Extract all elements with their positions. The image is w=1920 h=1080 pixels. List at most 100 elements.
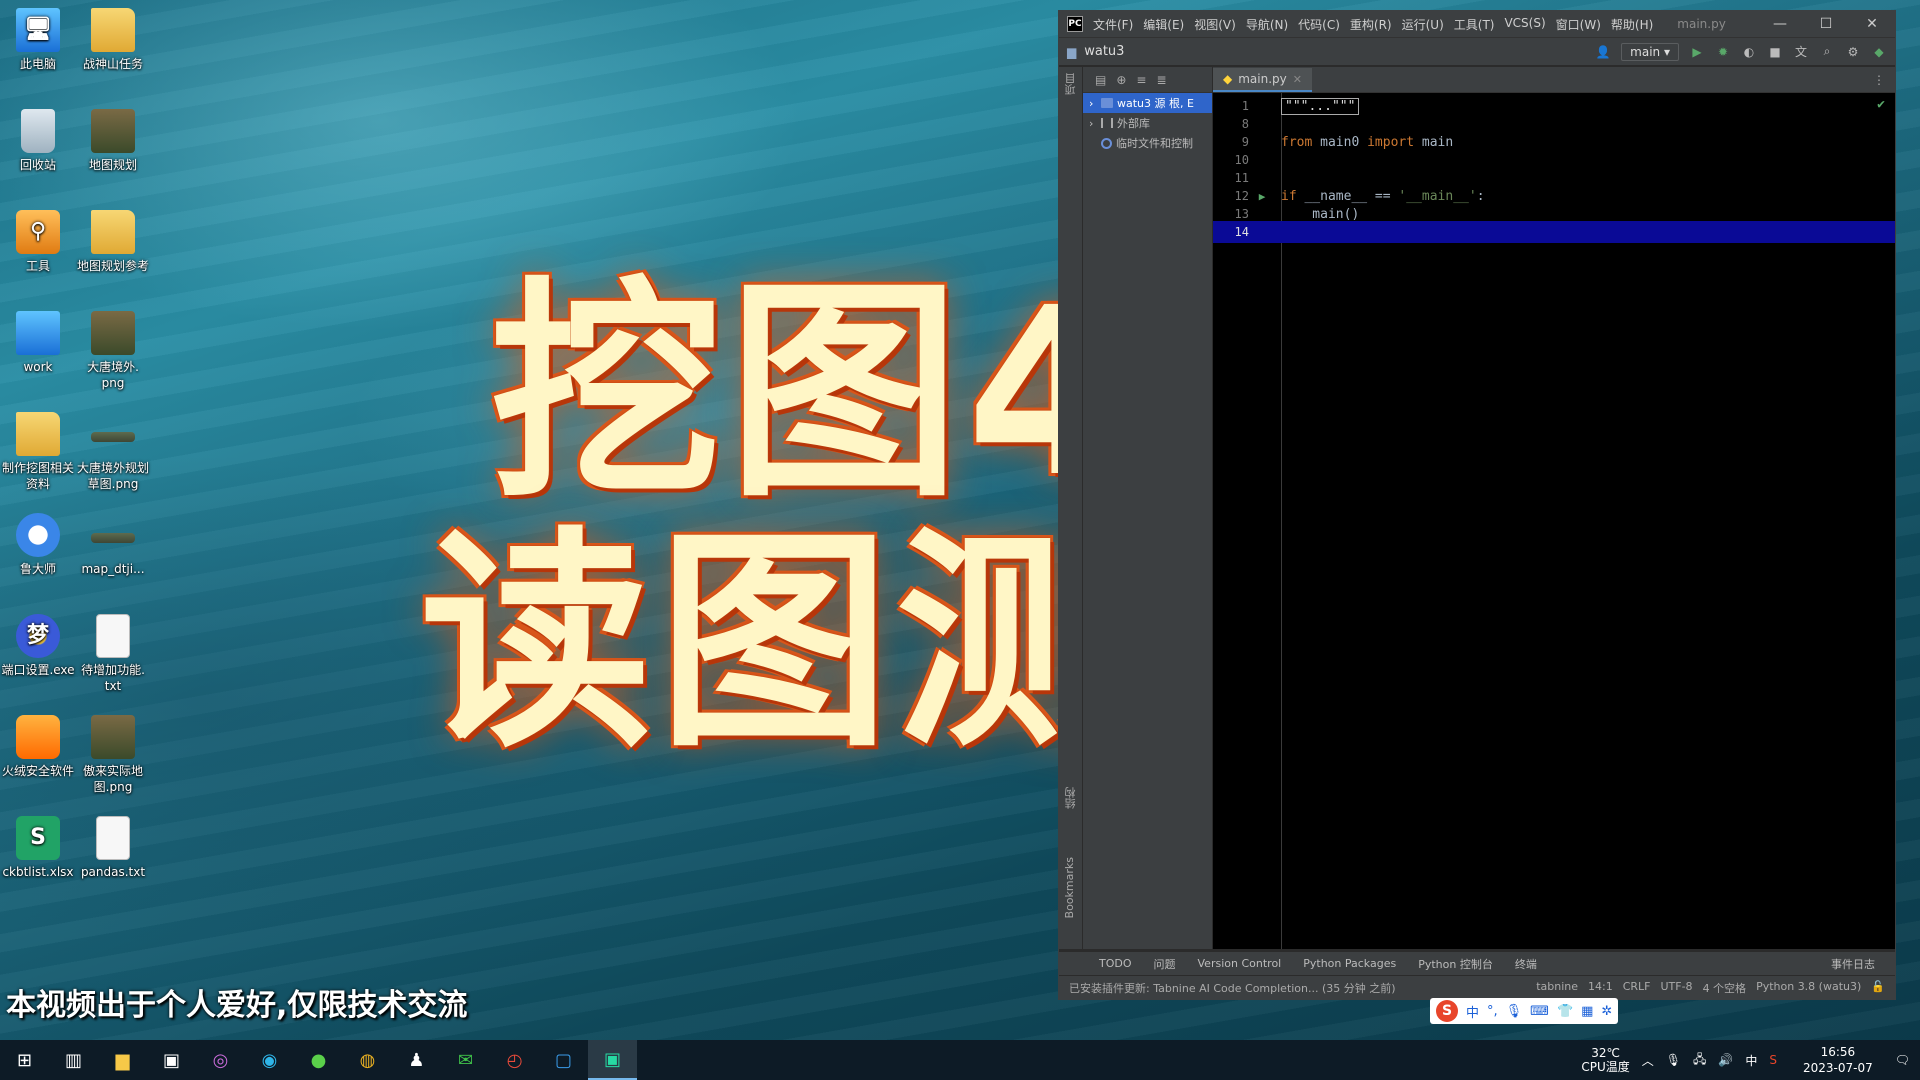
close-tab-icon[interactable]: ✕ — [1293, 73, 1302, 86]
ime-punctuation-icon[interactable]: °, — [1487, 1004, 1498, 1019]
desktop-icon-recycle-bin[interactable]: 回收站 — [0, 109, 77, 173]
network-icon[interactable]: 🖧 — [1693, 1050, 1706, 1071]
tree-item[interactable]: › 外部库 — [1083, 113, 1212, 133]
notification-icon[interactable]: 🗨 — [1895, 1053, 1910, 1067]
tool-bookmarks[interactable]: Bookmarks — [1063, 857, 1076, 918]
desktop-icon-todo-txt[interactable]: 待增加功能. txt — [74, 614, 152, 694]
menu-item[interactable]: 重构(R) — [1350, 16, 1392, 33]
gear-icon[interactable]: ⚙ — [1845, 44, 1861, 60]
ime-settings-icon[interactable]: ✲ — [1601, 1004, 1612, 1019]
menu-item[interactable]: 视图(V) — [1194, 16, 1236, 33]
desktop-icon-aolai-map-png[interactable]: 傲来实际地 图.png — [74, 715, 152, 795]
desktop-icon-tools[interactable]: ⚲ 工具 — [0, 210, 77, 274]
sogou-tray-icon[interactable]: S — [1769, 1053, 1777, 1067]
coverage-icon[interactable]: ◐ — [1741, 44, 1757, 60]
desktop-icon-datang-sketch-png[interactable]: 大唐境外规划 草图.png — [74, 412, 152, 492]
code-line[interactable]: 14 — [1213, 221, 1895, 243]
status-message[interactable]: 已安装插件更新: Tabnine AI Code Completion... (… — [1069, 980, 1396, 996]
desktop-icon-pandas-txt[interactable]: pandas.txt — [74, 816, 152, 880]
tab-version-control[interactable]: Version Control — [1198, 957, 1282, 970]
locate-icon[interactable]: ⊕ — [1116, 73, 1126, 87]
ime-keyboard-icon[interactable]: ⌨ — [1530, 1004, 1549, 1019]
close-icon[interactable]: ✕ — [1849, 16, 1895, 32]
expand-all-icon[interactable]: ≡ — [1136, 73, 1146, 87]
store-icon[interactable]: ▣ — [147, 1040, 196, 1080]
edge-icon[interactable]: ◉ — [245, 1040, 294, 1080]
ime-lang[interactable]: 中 — [1745, 1052, 1757, 1069]
desktop-icon-this-pc[interactable]: 🖥 此电脑 — [0, 8, 77, 72]
file-explorer-icon[interactable]: ▆ — [98, 1040, 147, 1080]
code-area[interactable]: ✔ 1 """...""" 8 9 from main0 import main 10 11… — [1213, 93, 1895, 949]
minimize-icon[interactable]: — — [1757, 16, 1803, 32]
menu-item[interactable]: 编辑(E) — [1143, 16, 1184, 33]
tab-todo[interactable]: TODO — [1099, 957, 1132, 970]
tool-project[interactable]: 项目 — [1063, 73, 1079, 95]
lock-icon[interactable]: 🔓 — [1871, 980, 1885, 996]
run-icon[interactable]: ▶ — [1689, 44, 1705, 60]
chevron-right-icon[interactable]: › — [1089, 117, 1097, 130]
tabnine-status[interactable]: tabnine — [1536, 980, 1578, 996]
volume-icon[interactable]: 🔊 — [1718, 1053, 1733, 1067]
desktop-icon-work[interactable]: work — [0, 311, 77, 375]
wechat-icon[interactable]: ✉ — [441, 1040, 490, 1080]
plugin-icon[interactable]: ◆ — [1871, 44, 1887, 60]
more-icon[interactable]: ⋮ — [1873, 73, 1895, 87]
project-breadcrumb[interactable]: watu3 — [1084, 44, 1124, 59]
menu-item[interactable]: 运行(U) — [1402, 16, 1444, 33]
sogou-logo-icon[interactable]: S — [1436, 1000, 1458, 1022]
desktop-icon-zhanshenshan-task-folder[interactable]: 战神山任务 — [74, 8, 152, 72]
indent-setting[interactable]: 4 个空格 — [1703, 980, 1747, 996]
clock[interactable]: 16:56 2023-07-07 — [1803, 1044, 1873, 1076]
menu-item[interactable]: 文件(F) — [1093, 16, 1133, 33]
search-icon[interactable]: ⌕ — [1819, 44, 1835, 60]
user-icon[interactable]: 👤 — [1595, 44, 1611, 60]
stop-icon[interactable]: ■ — [1767, 44, 1783, 60]
chevron-up-icon[interactable]: ︿ — [1642, 1052, 1654, 1069]
debug-icon[interactable]: ✹ — [1715, 44, 1731, 60]
desktop-icon-port-settings-exe[interactable]: 梦端口设置.exe — [0, 614, 77, 678]
desktop-icon-map-dtji[interactable]: map_dtji... — [74, 513, 152, 577]
tab-main-py[interactable]: ◆ main.py ✕ — [1213, 68, 1312, 92]
tab-event-log[interactable]: 事件日志 — [1831, 956, 1875, 972]
tab-problems[interactable]: 问题 — [1154, 956, 1176, 972]
view-options-icon[interactable]: ▤ — [1095, 73, 1106, 87]
caret-position[interactable]: 14:1 — [1588, 980, 1613, 996]
screen-recorder-icon[interactable]: ◎ — [196, 1040, 245, 1080]
tab-python-packages[interactable]: Python Packages — [1303, 957, 1396, 970]
maximize-icon[interactable]: ☐ — [1803, 16, 1849, 32]
desktop-icon-ludashi[interactable]: 鲁大师 — [0, 513, 77, 577]
line-separator[interactable]: CRLF — [1623, 980, 1651, 996]
tree-item[interactable]: 临时文件和控制 — [1083, 133, 1212, 153]
desktop-icon-map-plan-ref-folder[interactable]: 地图规划参考 — [74, 210, 152, 274]
menu-item[interactable]: 窗口(W) — [1556, 16, 1601, 33]
run-gutter-icon[interactable]: ▶ — [1249, 190, 1275, 203]
ime-voice-icon[interactable]: 🎙 — [1506, 1004, 1523, 1019]
ime-toolbox-icon[interactable]: ▦ — [1581, 1004, 1593, 1019]
screenshot-tool-icon[interactable]: ◴ — [490, 1040, 539, 1080]
chevron-right-icon[interactable]: › — [1089, 97, 1097, 110]
menu-item[interactable]: 代码(C) — [1298, 16, 1340, 33]
ime-chinese-mode[interactable]: 中 — [1466, 1002, 1479, 1021]
desktop-icon-map-plan-folder[interactable]: 地图规划 — [74, 109, 152, 173]
tool-structure[interactable]: 结构 — [1063, 787, 1079, 809]
desktop-icon-ckbtlist-xlsx[interactable]: Sckbtlist.xlsx — [0, 816, 77, 880]
virtual-machine-icon[interactable]: ▢ — [539, 1040, 588, 1080]
run-config-select[interactable]: main ▾ — [1621, 42, 1679, 61]
menu-item[interactable]: 工具(T) — [1454, 16, 1495, 33]
interpreter[interactable]: Python 3.8 (watu3) — [1756, 980, 1861, 996]
microphone-icon[interactable]: 🎙 — [1666, 1053, 1681, 1067]
chrome-icon[interactable]: ◍ — [343, 1040, 392, 1080]
desktop-icon-dig-resources-folder[interactable]: 制作挖图相关 资料 — [0, 412, 77, 492]
ime-skin-icon[interactable]: 👕 — [1557, 1004, 1573, 1019]
start-icon[interactable]: ⊞ — [0, 1040, 49, 1080]
menu-item[interactable]: 帮助(H) — [1611, 16, 1653, 33]
tab-terminal[interactable]: 终端 — [1515, 956, 1537, 972]
file-encoding[interactable]: UTF-8 — [1660, 980, 1692, 996]
tab-python-console[interactable]: Python 控制台 — [1418, 956, 1493, 972]
pycharm-taskbar-icon[interactable]: ▣ — [588, 1040, 637, 1080]
desktop-icon-datang-png[interactable]: 大唐境外. png — [74, 311, 152, 391]
menu-item[interactable]: VCS(S) — [1504, 16, 1545, 33]
cpu-temp[interactable]: 32℃ CPU温度 — [1581, 1046, 1629, 1074]
tree-item[interactable]: › watu3 源 根, E — [1083, 93, 1212, 113]
qq-icon[interactable]: ♟ — [392, 1040, 441, 1080]
